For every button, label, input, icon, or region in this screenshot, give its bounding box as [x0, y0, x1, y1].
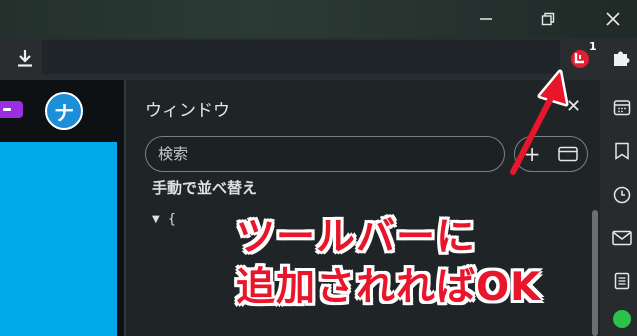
annotation-line-1: ツールバーに: [236, 215, 477, 260]
annotation-line-2: 追加されればOK: [236, 265, 542, 310]
